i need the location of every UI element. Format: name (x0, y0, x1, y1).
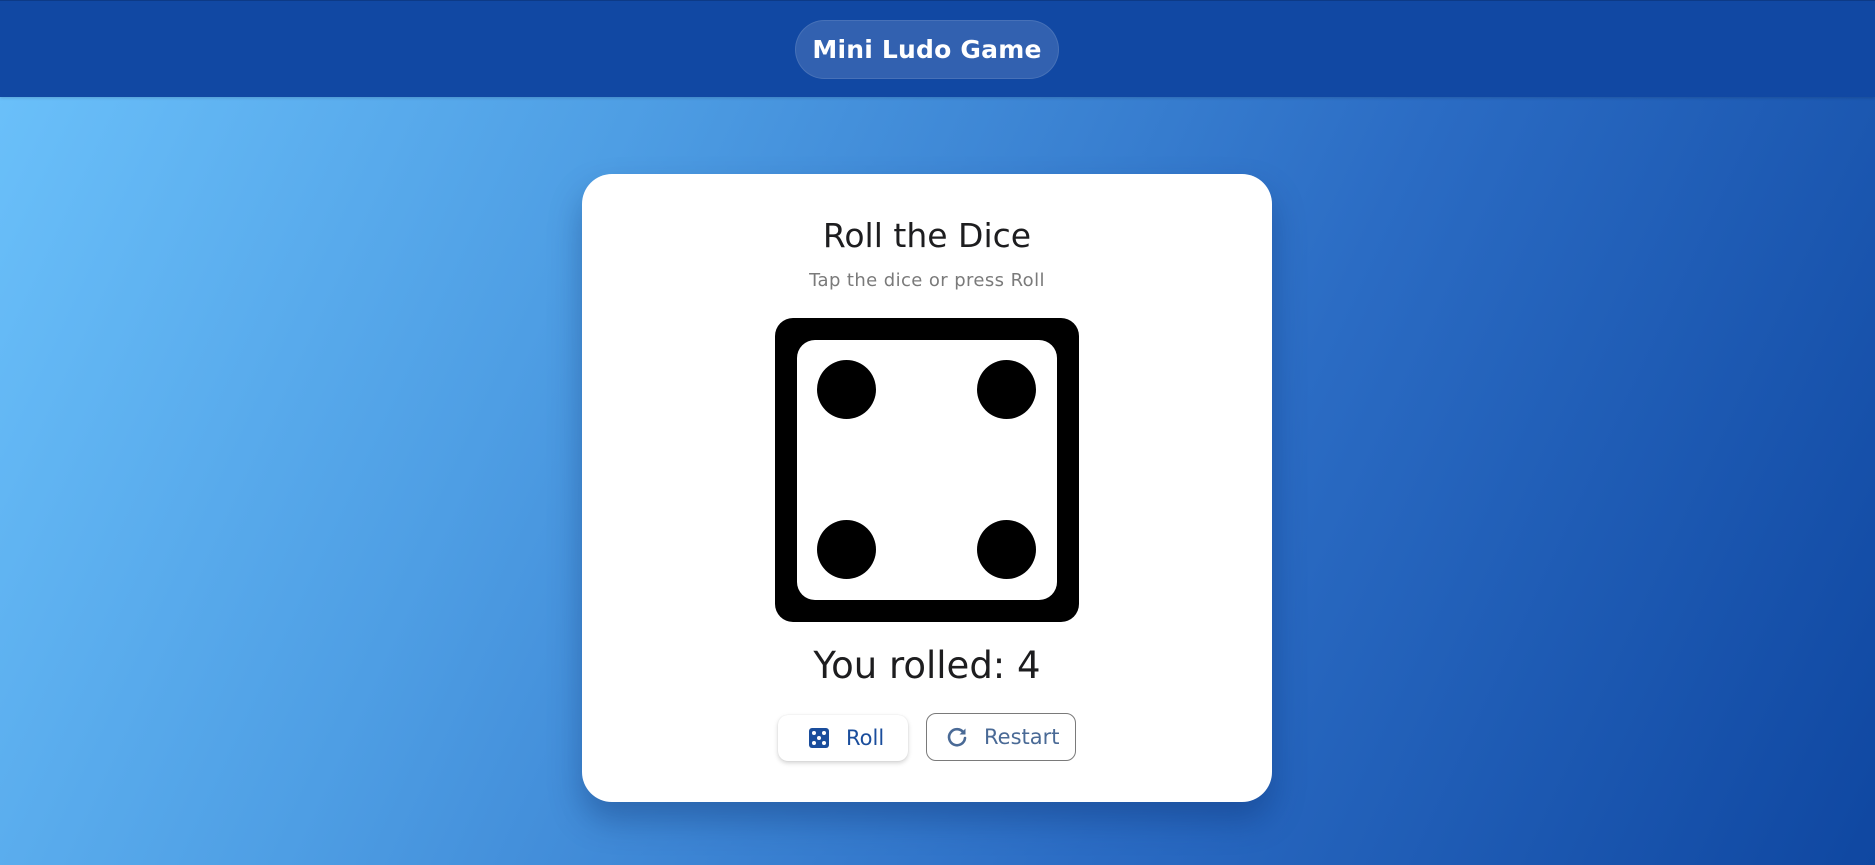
app-bar: Mini Ludo Game (0, 0, 1875, 97)
dice-icon (808, 727, 830, 749)
roll-button[interactable]: Roll (778, 715, 908, 761)
refresh-icon (946, 726, 968, 748)
roll-button-label: Roll (846, 726, 885, 750)
dice-pip (817, 520, 876, 579)
dice[interactable] (775, 318, 1079, 622)
dice-face (797, 340, 1057, 600)
dice-pip (977, 520, 1036, 579)
roll-result: You rolled: 4 (813, 644, 1041, 687)
card-subtitle: Tap the dice or press Roll (809, 270, 1045, 291)
restart-button[interactable]: Restart (926, 713, 1076, 761)
dice-pip (977, 360, 1036, 419)
card-title: Roll the Dice (822, 216, 1032, 255)
restart-button-label: Restart (984, 725, 1060, 749)
dice-pip (817, 360, 876, 419)
dice-card: Roll the Dice Tap the dice or press Roll… (582, 174, 1272, 802)
app-title: Mini Ludo Game (795, 20, 1059, 79)
